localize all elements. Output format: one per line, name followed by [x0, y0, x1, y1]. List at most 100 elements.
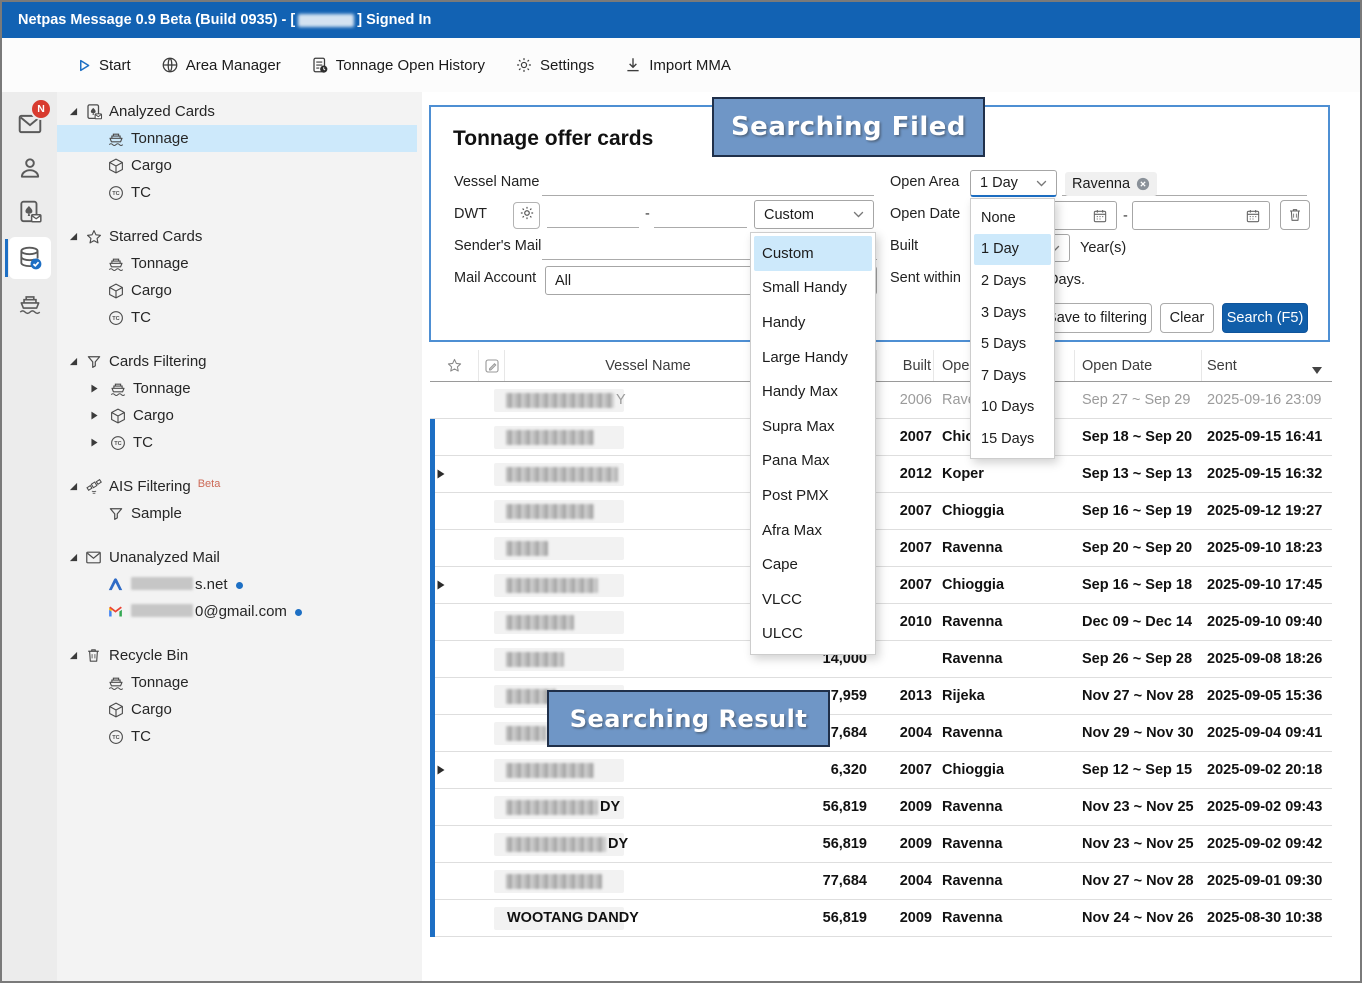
- table-row[interactable]: 2010RavennaDec 09 ~ Dec 142025-09-10 09:…: [430, 604, 1332, 641]
- clear-button[interactable]: Clear: [1160, 303, 1214, 333]
- tree-expanded-icon[interactable]: [69, 482, 78, 491]
- tree-collapsed-icon[interactable]: [91, 438, 98, 447]
- vessel-name-input[interactable]: [542, 171, 874, 196]
- row-star-cell[interactable]: [430, 641, 479, 677]
- row-star-cell[interactable]: [430, 900, 479, 936]
- days-option-3-days[interactable]: 3 Days: [971, 297, 1054, 329]
- size-option-pana-max[interactable]: Pana Max: [751, 444, 875, 479]
- header-edit-column[interactable]: [479, 350, 505, 381]
- sidebar-item-email[interactable]: s.net: [57, 571, 417, 598]
- sidebar-group-recycle-bin[interactable]: Recycle Bin: [57, 642, 417, 669]
- row-star-cell[interactable]: [430, 678, 479, 714]
- header-vessel-name[interactable]: Vessel Name: [505, 350, 792, 381]
- header-star-column[interactable]: [430, 350, 479, 381]
- table-row[interactable]: 2007RavennaSep 20 ~ Sep 202025-09-10 18:…: [430, 530, 1332, 567]
- toolbar-item-area-manager[interactable]: Area Manager: [161, 56, 281, 74]
- toolbar-item-import-mma[interactable]: Import MMA: [624, 56, 731, 74]
- header-sent[interactable]: Sent: [1202, 350, 1332, 381]
- sidebar-item-recycle-bin-tonnage[interactable]: Tonnage: [57, 669, 417, 696]
- size-option-large-handy[interactable]: Large Handy: [751, 340, 875, 375]
- row-star-cell[interactable]: [430, 493, 479, 529]
- tree-collapsed-icon[interactable]: [91, 384, 98, 393]
- row-star-cell[interactable]: [430, 752, 479, 788]
- sidebar-group-ais-filtering[interactable]: AIS FilteringBeta: [57, 473, 417, 500]
- row-expand-icon[interactable]: [437, 580, 445, 590]
- area-tag-ravenna[interactable]: Ravenna: [1065, 172, 1157, 196]
- sidebar-group-cards-filtering[interactable]: Cards Filtering: [57, 348, 417, 375]
- days-option-2-days[interactable]: 2 Days: [971, 265, 1054, 297]
- open-area-days-select[interactable]: 1 Day: [970, 170, 1057, 197]
- header-built[interactable]: Built: [877, 350, 934, 381]
- row-expand-icon[interactable]: [437, 765, 445, 775]
- days-option-7-days[interactable]: 7 Days: [971, 360, 1054, 392]
- days-option-15-days[interactable]: 15 Days: [971, 423, 1054, 455]
- tree-expanded-icon[interactable]: [69, 553, 78, 562]
- sidebar-item-analyzed-cards-tc[interactable]: TCTC: [57, 179, 417, 206]
- size-option-handy[interactable]: Handy: [751, 305, 875, 340]
- rail-item-mail[interactable]: N: [2, 104, 57, 144]
- header-open-date[interactable]: Open Date: [1075, 350, 1202, 381]
- dwt-min-input[interactable]: [547, 203, 639, 228]
- row-star-cell[interactable]: [430, 863, 479, 899]
- row-expand-icon[interactable]: [437, 469, 445, 479]
- sidebar-group-unanalyzed-mail[interactable]: Unanalyzed Mail: [57, 544, 417, 571]
- row-star-cell[interactable]: [430, 419, 479, 455]
- size-category-select[interactable]: Custom: [754, 200, 874, 229]
- rail-item-person[interactable]: [2, 148, 57, 188]
- row-star-cell[interactable]: [430, 567, 479, 603]
- table-row[interactable]: DY56,8192009RavennaNov 23 ~ Nov 252025-0…: [430, 789, 1332, 826]
- rail-item-card-spade[interactable]: [2, 192, 57, 232]
- size-option-custom[interactable]: Custom: [754, 236, 872, 271]
- table-row[interactable]: 2007ChioggiaSep 18 ~ Sep 202025-09-15 16…: [430, 419, 1332, 456]
- size-option-ulcc[interactable]: ULCC: [751, 617, 875, 652]
- tree-expanded-icon[interactable]: [69, 232, 78, 241]
- save-to-filtering-button[interactable]: Save to filtering: [1042, 303, 1152, 333]
- dwt-max-input[interactable]: [654, 203, 747, 228]
- rail-item-ship[interactable]: [2, 284, 57, 324]
- sidebar-group-starred-cards[interactable]: Starred Cards: [57, 223, 417, 250]
- remove-tag-icon[interactable]: [1136, 177, 1150, 191]
- open-date-to-input[interactable]: [1132, 201, 1270, 230]
- sidebar-item-cards-filtering-tc[interactable]: TCTC: [57, 429, 417, 456]
- table-row[interactable]: 2012KoperSep 13 ~ Sep 132025-09-15 16:32: [430, 456, 1332, 493]
- table-row[interactable]: WOOTANG DANDY56,8192009RavennaNov 24 ~ N…: [430, 900, 1332, 937]
- size-option-supra-max[interactable]: Supra Max: [751, 409, 875, 444]
- sidebar-item-email[interactable]: 0@gmail.com: [57, 598, 417, 625]
- tree-expanded-icon[interactable]: [69, 107, 78, 116]
- row-star-cell[interactable]: [430, 715, 479, 751]
- sidebar-item-analyzed-cards-cargo[interactable]: Cargo: [57, 152, 417, 179]
- sidebar-item-starred-cards-cargo[interactable]: Cargo: [57, 277, 417, 304]
- table-row[interactable]: Y2006RavennaSep 27 ~ Sep 292025-09-16 23…: [430, 382, 1332, 419]
- size-option-cape[interactable]: Cape: [751, 547, 875, 582]
- sidebar-item-recycle-bin-cargo[interactable]: Cargo: [57, 696, 417, 723]
- sidebar-item-cards-filtering-tonnage[interactable]: Tonnage: [57, 375, 417, 402]
- sidebar-item-cards-filtering-cargo[interactable]: Cargo: [57, 402, 417, 429]
- sidebar-item-starred-cards-tc[interactable]: TCTC: [57, 304, 417, 331]
- table-row[interactable]: 2007ChioggiaSep 16 ~ Sep 182025-09-10 17…: [430, 567, 1332, 604]
- sidebar-item-recycle-bin-tc[interactable]: TCTC: [57, 723, 417, 750]
- days-option-none[interactable]: None: [971, 202, 1054, 234]
- size-option-vlcc[interactable]: VLCC: [751, 582, 875, 617]
- toolbar-item-start[interactable]: Start: [77, 57, 131, 74]
- sidebar-item-analyzed-cards-tonnage[interactable]: Tonnage: [57, 125, 417, 152]
- row-star-cell[interactable]: [430, 789, 479, 825]
- tree-collapsed-icon[interactable]: [91, 411, 98, 420]
- dwt-settings-button[interactable]: [513, 202, 540, 229]
- tree-expanded-icon[interactable]: [69, 357, 78, 366]
- rail-item-database-check[interactable]: [2, 238, 57, 278]
- table-row[interactable]: 2007ChioggiaSep 16 ~ Sep 192025-09-12 19…: [430, 493, 1332, 530]
- toolbar-item-tonnage-open-history[interactable]: Tonnage Open History: [311, 56, 485, 74]
- sidebar-item-ais-filtering-sample[interactable]: Sample: [57, 500, 417, 527]
- search-button[interactable]: Search (F5): [1222, 303, 1308, 333]
- size-option-post-pmx[interactable]: Post PMX: [751, 478, 875, 513]
- days-option-10-days[interactable]: 10 Days: [971, 392, 1054, 424]
- tree-expanded-icon[interactable]: [69, 651, 78, 660]
- size-option-afra-max[interactable]: Afra Max: [751, 513, 875, 548]
- days-option-1-day[interactable]: 1 Day: [974, 234, 1051, 266]
- table-row[interactable]: 77,6842004RavennaNov 27 ~ Nov 282025-09-…: [430, 863, 1332, 900]
- table-row[interactable]: 14,000RavennaSep 26 ~ Sep 282025-09-08 1…: [430, 641, 1332, 678]
- toolbar-item-settings[interactable]: Settings: [515, 56, 594, 74]
- table-row[interactable]: DY56,8192009RavennaNov 23 ~ Nov 252025-0…: [430, 826, 1332, 863]
- sidebar-group-analyzed-cards[interactable]: Analyzed Cards: [57, 98, 417, 125]
- sidebar-item-starred-cards-tonnage[interactable]: Tonnage: [57, 250, 417, 277]
